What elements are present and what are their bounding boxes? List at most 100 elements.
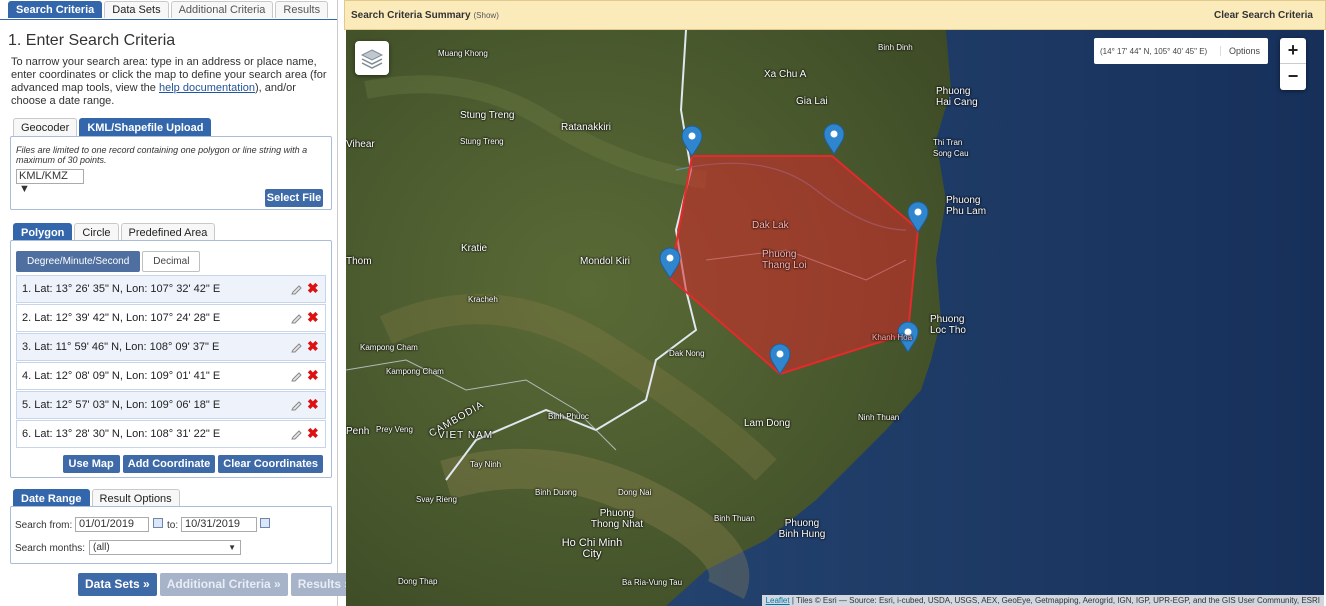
clear-search-criteria-link[interactable]: Clear Search Criteria [1214,10,1313,21]
summary-show-link[interactable]: (Show) [474,11,499,20]
map-label: Thi Tran Song Cau [933,138,969,158]
layers-button[interactable] [355,41,389,75]
zoom-control: + − [1280,38,1306,90]
additional-criteria-button[interactable]: Additional Criteria » [159,573,288,596]
tab-search-criteria[interactable]: Search Criteria [8,1,103,18]
map-canvas[interactable]: Muang Khong Binh Dinh Xa Chu A Gia Lai P… [346,30,1324,606]
data-sets-next-button[interactable]: Data Sets » [78,573,157,596]
edit-icon[interactable] [291,428,303,440]
calendar-from-icon[interactable] [153,518,163,528]
page-title: 1. Enter Search Criteria [8,32,176,49]
cursor-coordinates: (14° 17' 44" N, 105° 40' 45" E) [1100,46,1208,56]
select-file-button[interactable]: Select File [265,189,323,207]
search-from-label: Search from: [15,520,73,531]
delete-icon[interactable]: ✖ [307,397,319,411]
leaflet-link[interactable]: Leaflet [766,596,790,605]
cursor-coordinate-box: (14° 17' 44" N, 105° 40' 45" E) Options [1094,38,1268,64]
map-label: Phuong Binh Hung [778,518,826,540]
map-label: Binh Thuan [714,514,755,523]
coordinate-text: 2. Lat: 12° 39' 42" N, Lon: 107° 24' 28"… [22,312,221,324]
map-label: Binh Duong [535,488,577,497]
step-navigation: Data Sets » Additional Criteria » Result… [78,573,359,596]
map-label: Ninh Thuan [858,413,900,422]
tab-data-sets[interactable]: Data Sets [104,1,169,18]
tab-additional-criteria[interactable]: Additional Criteria [170,1,274,18]
tab-underline [0,19,337,20]
map-panel: Search Criteria Summary (Show) Clear Sear… [344,0,1326,606]
coordinate-text: 1. Lat: 13° 26' 35" N, Lon: 107° 32' 42"… [22,283,221,295]
map-label: Dong Nai [618,488,652,497]
search-months-value: (all) [93,542,110,553]
map-label: Prey Veng [376,425,413,434]
map-label: Dak Nong [669,349,705,358]
map-label: Ratanakkiri [561,122,612,133]
coordinate-buttons: Use Map Add Coordinate Clear Coordinates [62,455,323,473]
calendar-to-icon[interactable] [260,518,270,528]
zoom-in-button[interactable]: + [1280,38,1306,64]
edit-icon[interactable] [291,312,303,324]
edit-icon[interactable] [291,370,303,382]
polygon-panel: Degree/Minute/Second Decimal 1. Lat: 13°… [10,240,332,478]
map-label: Binh Dinh [878,43,913,52]
map-label: Lam Dong [744,418,791,429]
add-coordinate-button[interactable]: Add Coordinate [122,455,216,473]
search-months-label: Search months: [15,543,86,554]
date-range-panel: Search from: 01/01/2019 to: 10/31/2019 S… [10,506,332,564]
delete-icon[interactable]: ✖ [307,426,319,440]
map-label: Kampong Cham [386,367,444,376]
help-documentation-link[interactable]: help documentation [159,82,255,94]
map-label: Phuong Hai Cang [936,86,978,108]
coordinate-row: 5. Lat: 12° 57' 03" N, Lon: 109° 06' 18"… [16,391,326,419]
map-attribution: Leaflet | Tiles © Esri — Source: Esri, i… [761,595,1324,606]
delete-icon[interactable]: ✖ [307,281,319,295]
edit-icon[interactable] [291,341,303,353]
summary-title: Search Criteria Summary (Show) [351,10,499,21]
map-label: Binh Phuoc [548,412,589,421]
delete-icon[interactable]: ✖ [307,310,319,324]
map-label: Xa Chu A [764,69,807,80]
intro-text: To narrow your search area: type in an a… [11,56,329,108]
map-label: Penh [346,426,370,437]
search-sidebar: Search Criteria Data Sets Additional Cri… [0,0,359,606]
map-label: Kracheh [468,295,498,304]
search-from-input[interactable]: 01/01/2019 [75,517,149,532]
coordinate-text: 3. Lat: 11° 59' 46" N, Lon: 108° 09' 37"… [22,341,220,353]
file-format-select[interactable]: KML/KMZ ▼ [16,169,84,195]
map-label: Khanh Hoa [872,333,913,342]
coordinate-text: 4. Lat: 12° 08' 09" N, Lon: 109° 01' 41"… [22,370,221,382]
map-label: Mondol Kiri [580,256,631,267]
map-label: Phuong Thang Loi [762,249,807,271]
map-label: Ba Ria-Vung Tau [622,578,683,587]
map-label: Thom [346,256,372,267]
search-to-input[interactable]: 10/31/2019 [181,517,257,532]
clear-coordinates-button[interactable]: Clear Coordinates [218,455,323,473]
delete-icon[interactable]: ✖ [307,339,319,353]
map-label: Muang Khong [438,49,488,58]
tab-dms[interactable]: Degree/Minute/Second [16,251,141,272]
edit-icon[interactable] [291,399,303,411]
main-tabs: Search Criteria Data Sets Additional Cri… [8,1,329,18]
tab-decimal[interactable]: Decimal [142,251,201,272]
attribution-text: | Tiles © Esri — Source: Esri, i-cubed, … [789,596,1320,605]
zoom-out-button[interactable]: − [1280,64,1306,90]
search-months-select[interactable]: (all) ▼ [89,540,241,555]
delete-icon[interactable]: ✖ [307,368,319,382]
map-label: Stung Treng [460,137,504,146]
map-label: Dong Thap [398,577,438,586]
map-label: Gia Lai [796,96,828,107]
tab-results[interactable]: Results [275,1,329,18]
coordinate-options-button[interactable]: Options [1220,46,1260,56]
edit-icon[interactable] [291,283,303,295]
map-label: Svay Rieng [416,495,457,504]
map-label: Phuong Phu Lam [946,195,987,217]
to-label: to: [167,520,179,531]
map-label: Dak Lak [752,220,789,231]
coordinate-row: 6. Lat: 13° 28' 30" N, Lon: 108° 31' 22"… [16,420,326,448]
tab-kml-upload[interactable]: KML/Shapefile Upload [79,118,212,137]
coordinate-list: 1. Lat: 13° 26' 35" N, Lon: 107° 32' 42"… [16,275,326,449]
geo-tabs: Geocoder KML/Shapefile Upload [13,118,212,137]
coordinate-row: 1. Lat: 13° 26' 35" N, Lon: 107° 32' 42"… [16,275,326,303]
tab-geocoder[interactable]: Geocoder [13,118,78,137]
use-map-button[interactable]: Use Map [62,455,120,473]
search-criteria-summary-bar: Search Criteria Summary (Show) Clear Sear… [344,0,1326,30]
